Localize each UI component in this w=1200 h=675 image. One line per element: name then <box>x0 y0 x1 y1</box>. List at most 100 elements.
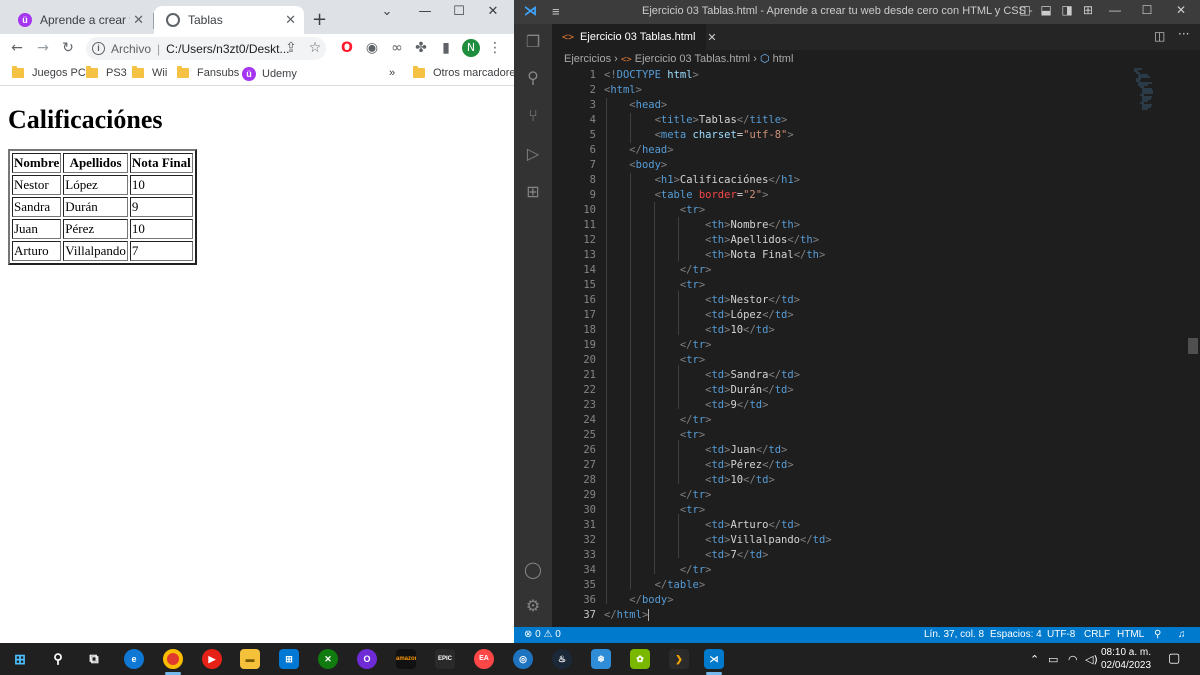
search-icon[interactable]: ⚲ <box>48 649 68 669</box>
task-view-icon[interactable]: ⧉ <box>84 649 104 669</box>
reload-icon[interactable]: ↻ <box>59 39 77 57</box>
editor-tab-active[interactable]: <> Ejercicio 03 Tablas.html ✕ <box>552 24 717 50</box>
line-number: 17 <box>583 309 596 321</box>
maximize-icon[interactable]: ☐ <box>444 4 474 19</box>
share-icon[interactable]: ⇪ <box>282 39 300 57</box>
volume-icon[interactable]: ◁) <box>1085 653 1098 666</box>
code-line: <title>Tablas</title> <box>654 114 788 126</box>
bookmarks-bar: Juegos PC PS3 Wii Fansubs ü Udemy » Otros… <box>0 62 514 86</box>
close-tab-icon[interactable]: ✕ <box>133 12 144 28</box>
extension-icon[interactable]: ◉ <box>363 39 381 57</box>
file-explorer-icon[interactable]: ▬ <box>240 649 260 669</box>
table-cell: Juan <box>12 219 62 239</box>
ubisoft-icon[interactable]: ◎ <box>513 649 533 669</box>
bookmark-star-icon[interactable]: ☆ <box>306 39 324 57</box>
battlenet-icon[interactable]: ❄ <box>591 649 611 669</box>
vscode-taskbar-icon[interactable]: ⋊ <box>704 649 724 669</box>
explorer-icon[interactable]: ❐ <box>523 32 543 52</box>
epic-games-icon[interactable]: EPIC <box>435 649 455 669</box>
breadcrumb-folder[interactable]: Ejercicios <box>564 53 611 65</box>
hamburger-menu-icon[interactable]: ≡ <box>552 4 560 19</box>
code-editor[interactable]: 1 <!DOCTYPE html> 2 <html> 3 <head> 4 <t… <box>552 68 1200 627</box>
microsoft-store-icon[interactable]: ⊞ <box>279 649 299 669</box>
search-icon[interactable]: ⚲ <box>523 68 543 88</box>
line-ending[interactable]: CRLF <box>1084 629 1110 640</box>
chrome-tab-tablas[interactable]: Tablas ✕ <box>154 6 304 34</box>
bookmark-juegos-pc[interactable]: Juegos PC <box>12 66 86 79</box>
info-icon[interactable]: i <box>92 42 105 55</box>
settings-gear-icon[interactable]: ⚙ <box>523 596 543 616</box>
steam-icon[interactable]: ♨ <box>552 649 572 669</box>
source-control-icon[interactable]: ⑂ <box>523 106 543 126</box>
side-panel-icon[interactable]: ▮ <box>437 39 455 57</box>
code-line: </tr> <box>679 264 712 276</box>
table-cell: 10 <box>129 175 193 195</box>
code-line: <td>Durán</td> <box>705 384 794 396</box>
cursor-position[interactable]: Lín. 37, col. 8 <box>924 629 984 640</box>
line-number: 24 <box>583 414 596 426</box>
bookmarks-overflow-button[interactable]: » <box>389 67 395 79</box>
windows-start-icon[interactable]: ⊞ <box>10 649 30 669</box>
bookmark-ps3[interactable]: PS3 <box>86 66 127 79</box>
code-line: </table> <box>654 579 706 591</box>
more-actions-icon[interactable]: ··· <box>1178 27 1189 41</box>
plex-icon[interactable]: ❯ <box>669 649 689 669</box>
breadcrumb-file[interactable]: Ejercicio 03 Tablas.html <box>635 53 750 65</box>
youtube-music-icon[interactable]: ▶ <box>202 649 222 669</box>
chrome-tab-udemy[interactable]: ü Aprende a crear tu web ✕ <box>6 6 152 34</box>
back-icon[interactable]: ← <box>8 39 26 57</box>
opera-extension-icon[interactable]: O <box>338 39 356 57</box>
vscode-logo-icon: ⋊ <box>524 3 537 18</box>
forward-icon[interactable]: → <box>34 39 52 57</box>
notification-center-icon[interactable]: ▢ <box>1168 651 1180 666</box>
puzzle-icon[interactable]: ✤ <box>412 39 430 57</box>
chrome-icon[interactable] <box>163 649 183 669</box>
run-debug-icon[interactable]: ▷ <box>523 144 543 164</box>
tab-title: Tablas <box>188 13 223 27</box>
extensions-icon[interactable]: ⊞ <box>523 182 543 202</box>
menu-icon[interactable]: ⋮ <box>486 39 504 57</box>
close-tab-icon[interactable]: ✕ <box>707 31 716 44</box>
customize-layout-icon[interactable]: ⊞ <box>1073 3 1103 17</box>
gog-icon[interactable]: ✿ <box>630 649 650 669</box>
minimap[interactable] <box>1134 68 1154 112</box>
line-number: 15 <box>583 279 596 291</box>
minimize-icon[interactable]: — <box>410 4 440 19</box>
scrollbar-thumb[interactable] <box>1188 338 1198 354</box>
close-window-icon[interactable]: ✕ <box>478 4 508 19</box>
table-header-row: Nombre Apellidos Nota Final <box>12 153 193 173</box>
other-bookmarks[interactable]: Otros marcadores <box>413 66 514 79</box>
ea-icon[interactable]: EA <box>474 649 494 669</box>
indentation[interactable]: Espacios: 4 <box>990 629 1042 640</box>
feedback-icon[interactable]: ⚲ <box>1154 629 1161 640</box>
encoding[interactable]: UTF-8 <box>1047 629 1075 640</box>
amazon-games-icon[interactable]: amazon <box>396 649 416 669</box>
profile-avatar[interactable]: N <box>462 39 480 57</box>
new-tab-button[interactable]: + <box>312 9 327 30</box>
edge-icon[interactable]: e <box>124 649 144 669</box>
close-window-icon[interactable]: ✕ <box>1166 3 1196 17</box>
breadcrumb-symbol[interactable]: html <box>773 53 794 65</box>
device-icon[interactable]: ▭ <box>1048 653 1058 666</box>
bookmark-fansubs[interactable]: Fansubs <box>177 66 239 79</box>
wifi-icon[interactable]: ◠ <box>1068 653 1078 666</box>
vpn-extension-icon[interactable]: ∞ <box>388 39 406 57</box>
code-line: <td>López</td> <box>705 309 794 321</box>
line-number: 18 <box>583 324 596 336</box>
tab-search-icon[interactable]: ⌄ <box>372 4 402 19</box>
close-tab-icon[interactable]: ✕ <box>285 12 296 28</box>
bookmark-udemy[interactable]: ü Udemy <box>242 67 297 81</box>
account-icon[interactable]: ◯ <box>523 560 543 580</box>
split-editor-icon[interactable]: ◫ <box>1154 29 1165 43</box>
language-mode[interactable]: HTML <box>1117 629 1144 640</box>
xbox-icon[interactable]: ✕ <box>318 649 338 669</box>
problems-indicator[interactable]: ⊗ 0 ⚠ 0 <box>524 629 561 640</box>
minimize-icon[interactable]: — <box>1100 3 1130 17</box>
chrome-tab-bar: ü Aprende a crear tu web ✕ Tablas ✕ + ⌄ … <box>0 0 514 34</box>
bookmark-wii[interactable]: Wii <box>132 66 167 79</box>
chevron-up-icon[interactable]: ⌃ <box>1030 653 1039 666</box>
system-clock[interactable]: 08:10 a. m. 02/04/2023 <box>1098 646 1154 672</box>
notifications-icon[interactable]: ♫ <box>1178 629 1186 640</box>
maximize-icon[interactable]: ☐ <box>1132 3 1162 17</box>
opera-gx-icon[interactable]: O <box>357 649 377 669</box>
